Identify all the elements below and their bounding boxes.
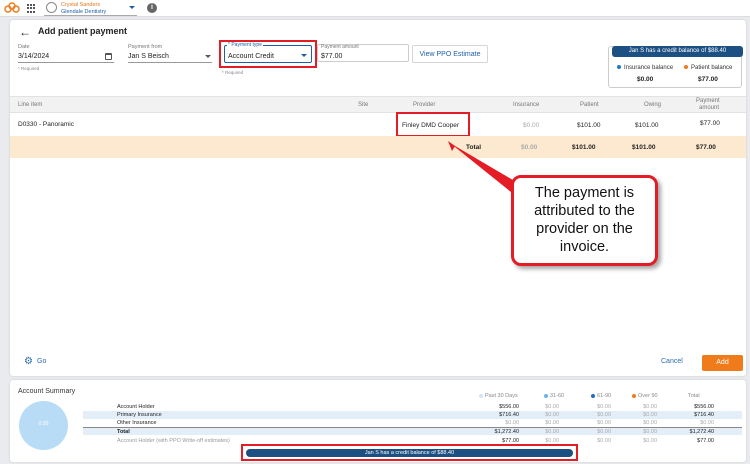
- top-bar: Crystal Sanders Glendale Dentistry i: [0, 0, 750, 17]
- payment-type-highlight: * Payment type Account Credit: [219, 40, 317, 68]
- provider-highlight: Finley DMD Cooper: [396, 112, 470, 137]
- col-patient: Patient: [580, 102, 599, 108]
- chevron-down-icon: [205, 55, 211, 58]
- total-label: Total: [466, 144, 482, 151]
- total-payment-amount: $77.00: [696, 144, 716, 151]
- app-logo-icon[interactable]: [4, 2, 20, 14]
- payment-amount-label: Payment amount: [321, 44, 359, 50]
- practice-selector[interactable]: Crystal Sanders Glendale Dentistry: [44, 1, 137, 16]
- callout-box: The payment is attributed to the provide…: [511, 175, 658, 266]
- summary-row: Account Holder $556.00 $0.00 $0.00 $0.00…: [117, 404, 714, 410]
- payment-type-value: Account Credit: [228, 53, 274, 60]
- line-item-cell: D0330 - Panoramic: [18, 121, 74, 128]
- summary-row: Other Insurance $0.00 $0.00 $0.00 $0.00 …: [117, 420, 714, 426]
- account-summary-title: Account Summary: [18, 388, 76, 395]
- legend-dot-icon: [632, 393, 636, 398]
- callout-line-3: provider on the: [536, 221, 633, 237]
- col-owing: Owing: [644, 102, 662, 108]
- payment-type-required: * Required: [222, 70, 244, 75]
- calendar-icon[interactable]: [105, 53, 112, 60]
- app-grid-icon[interactable]: [27, 4, 36, 13]
- total-owing: $101.00: [632, 144, 656, 151]
- col-over-90: Over 90: [632, 393, 658, 399]
- summary-total-row: Total $1,272.40 $0.00 $0.00 $0.00 $1,272…: [83, 427, 742, 435]
- date-required: * Required: [18, 66, 40, 71]
- col-past-30: Past 30 Days: [479, 393, 518, 399]
- credit-balance-banner-bottom: Jan S has a credit balance of $88.40: [246, 449, 573, 457]
- pie-label: 0.00: [38, 421, 49, 427]
- col-insurance: Insurance: [513, 102, 540, 108]
- credit-balance-banner: Jan S has a credit balance of $88.40: [612, 46, 743, 57]
- date-underline: [18, 62, 114, 63]
- go-label: Go: [37, 358, 47, 365]
- gear-icon: ⚙: [24, 356, 33, 367]
- col-total: Total: [688, 393, 700, 399]
- line-items-header: Line item Site Provider Insurance Patien…: [10, 96, 746, 113]
- total-patient: $101.00: [572, 144, 596, 151]
- payment-from-select[interactable]: Jan S Beisch: [128, 53, 169, 60]
- callout-line-4: invoice.: [559, 239, 610, 255]
- col-site: Site: [358, 102, 369, 108]
- practice-name: Crystal Sanders: [61, 2, 101, 8]
- payment-from-label: Payment from: [128, 44, 163, 50]
- payment-amount-field[interactable]: Payment amount $77.00: [317, 44, 409, 62]
- patient-balance-label: Patient balance: [684, 65, 732, 71]
- provider-cell: Finley DMD Cooper: [402, 122, 460, 129]
- add-button[interactable]: Add: [702, 355, 743, 371]
- patient-cell: $101.00: [577, 122, 601, 129]
- col-line-item: Line item: [18, 102, 43, 108]
- page-title: Add patient payment: [38, 26, 128, 36]
- col-payment-amount-2: amount: [699, 105, 720, 111]
- legend-dot-icon: [591, 393, 595, 398]
- payment-amount-value: $77.00: [321, 53, 343, 60]
- account-summary: Account Summary 0.00 Past 30 Days 31-60 …: [10, 380, 746, 462]
- info-icon[interactable]: i: [147, 3, 157, 13]
- practice-location: Glendale Dentistry: [61, 9, 107, 15]
- cancel-button[interactable]: Cancel: [661, 358, 683, 365]
- view-ppo-estimate-button[interactable]: View PPO Estimate: [412, 45, 488, 63]
- chevron-down-icon: [301, 54, 307, 57]
- col-provider: Provider: [413, 102, 436, 108]
- aging-pie-chart: 0.00: [19, 401, 68, 450]
- legend-dot-icon: [479, 393, 483, 398]
- patient-dot-icon: [684, 65, 688, 70]
- payment-amount-cell[interactable]: $77.00: [700, 120, 720, 127]
- insurance-dot-icon: [617, 65, 621, 70]
- patient-balance-value: $77.00: [698, 76, 718, 83]
- credit-banner-highlight: Jan S has a credit balance of $88.40: [241, 444, 578, 461]
- owing-cell: $101.00: [635, 122, 659, 129]
- total-insurance: $0.00: [521, 144, 538, 151]
- payment-type-select[interactable]: * Payment type Account Credit: [224, 42, 312, 63]
- date-field[interactable]: 3/14/2024: [18, 53, 49, 60]
- chevron-down-icon: [129, 6, 135, 9]
- total-row: Total $0.00 $101.00 $101.00 $77.00: [10, 136, 746, 158]
- summary-row: Primary Insurance $716.40 $0.00 $0.00 $0…: [83, 411, 742, 419]
- callout-line-1: The payment is: [534, 185, 635, 201]
- col-payment-amount-1: Payment: [696, 98, 720, 104]
- practice-avatar-icon: [46, 2, 57, 13]
- date-label: Date: [18, 44, 30, 50]
- insurance-balance-value: $0.00: [637, 76, 654, 83]
- payment-type-label: * Payment type: [227, 42, 263, 48]
- back-arrow-icon[interactable]: ←: [19, 26, 31, 38]
- insurance-balance-label: Insurance balance: [617, 65, 673, 71]
- col-61-90: 61-90: [591, 393, 611, 399]
- insurance-cell: $0.00: [523, 122, 540, 129]
- col-31-60: 31-60: [544, 393, 564, 399]
- legend-dot-icon: [544, 393, 548, 398]
- payment-from-underline: [128, 62, 212, 63]
- callout-line-2: attributed to the: [534, 203, 635, 219]
